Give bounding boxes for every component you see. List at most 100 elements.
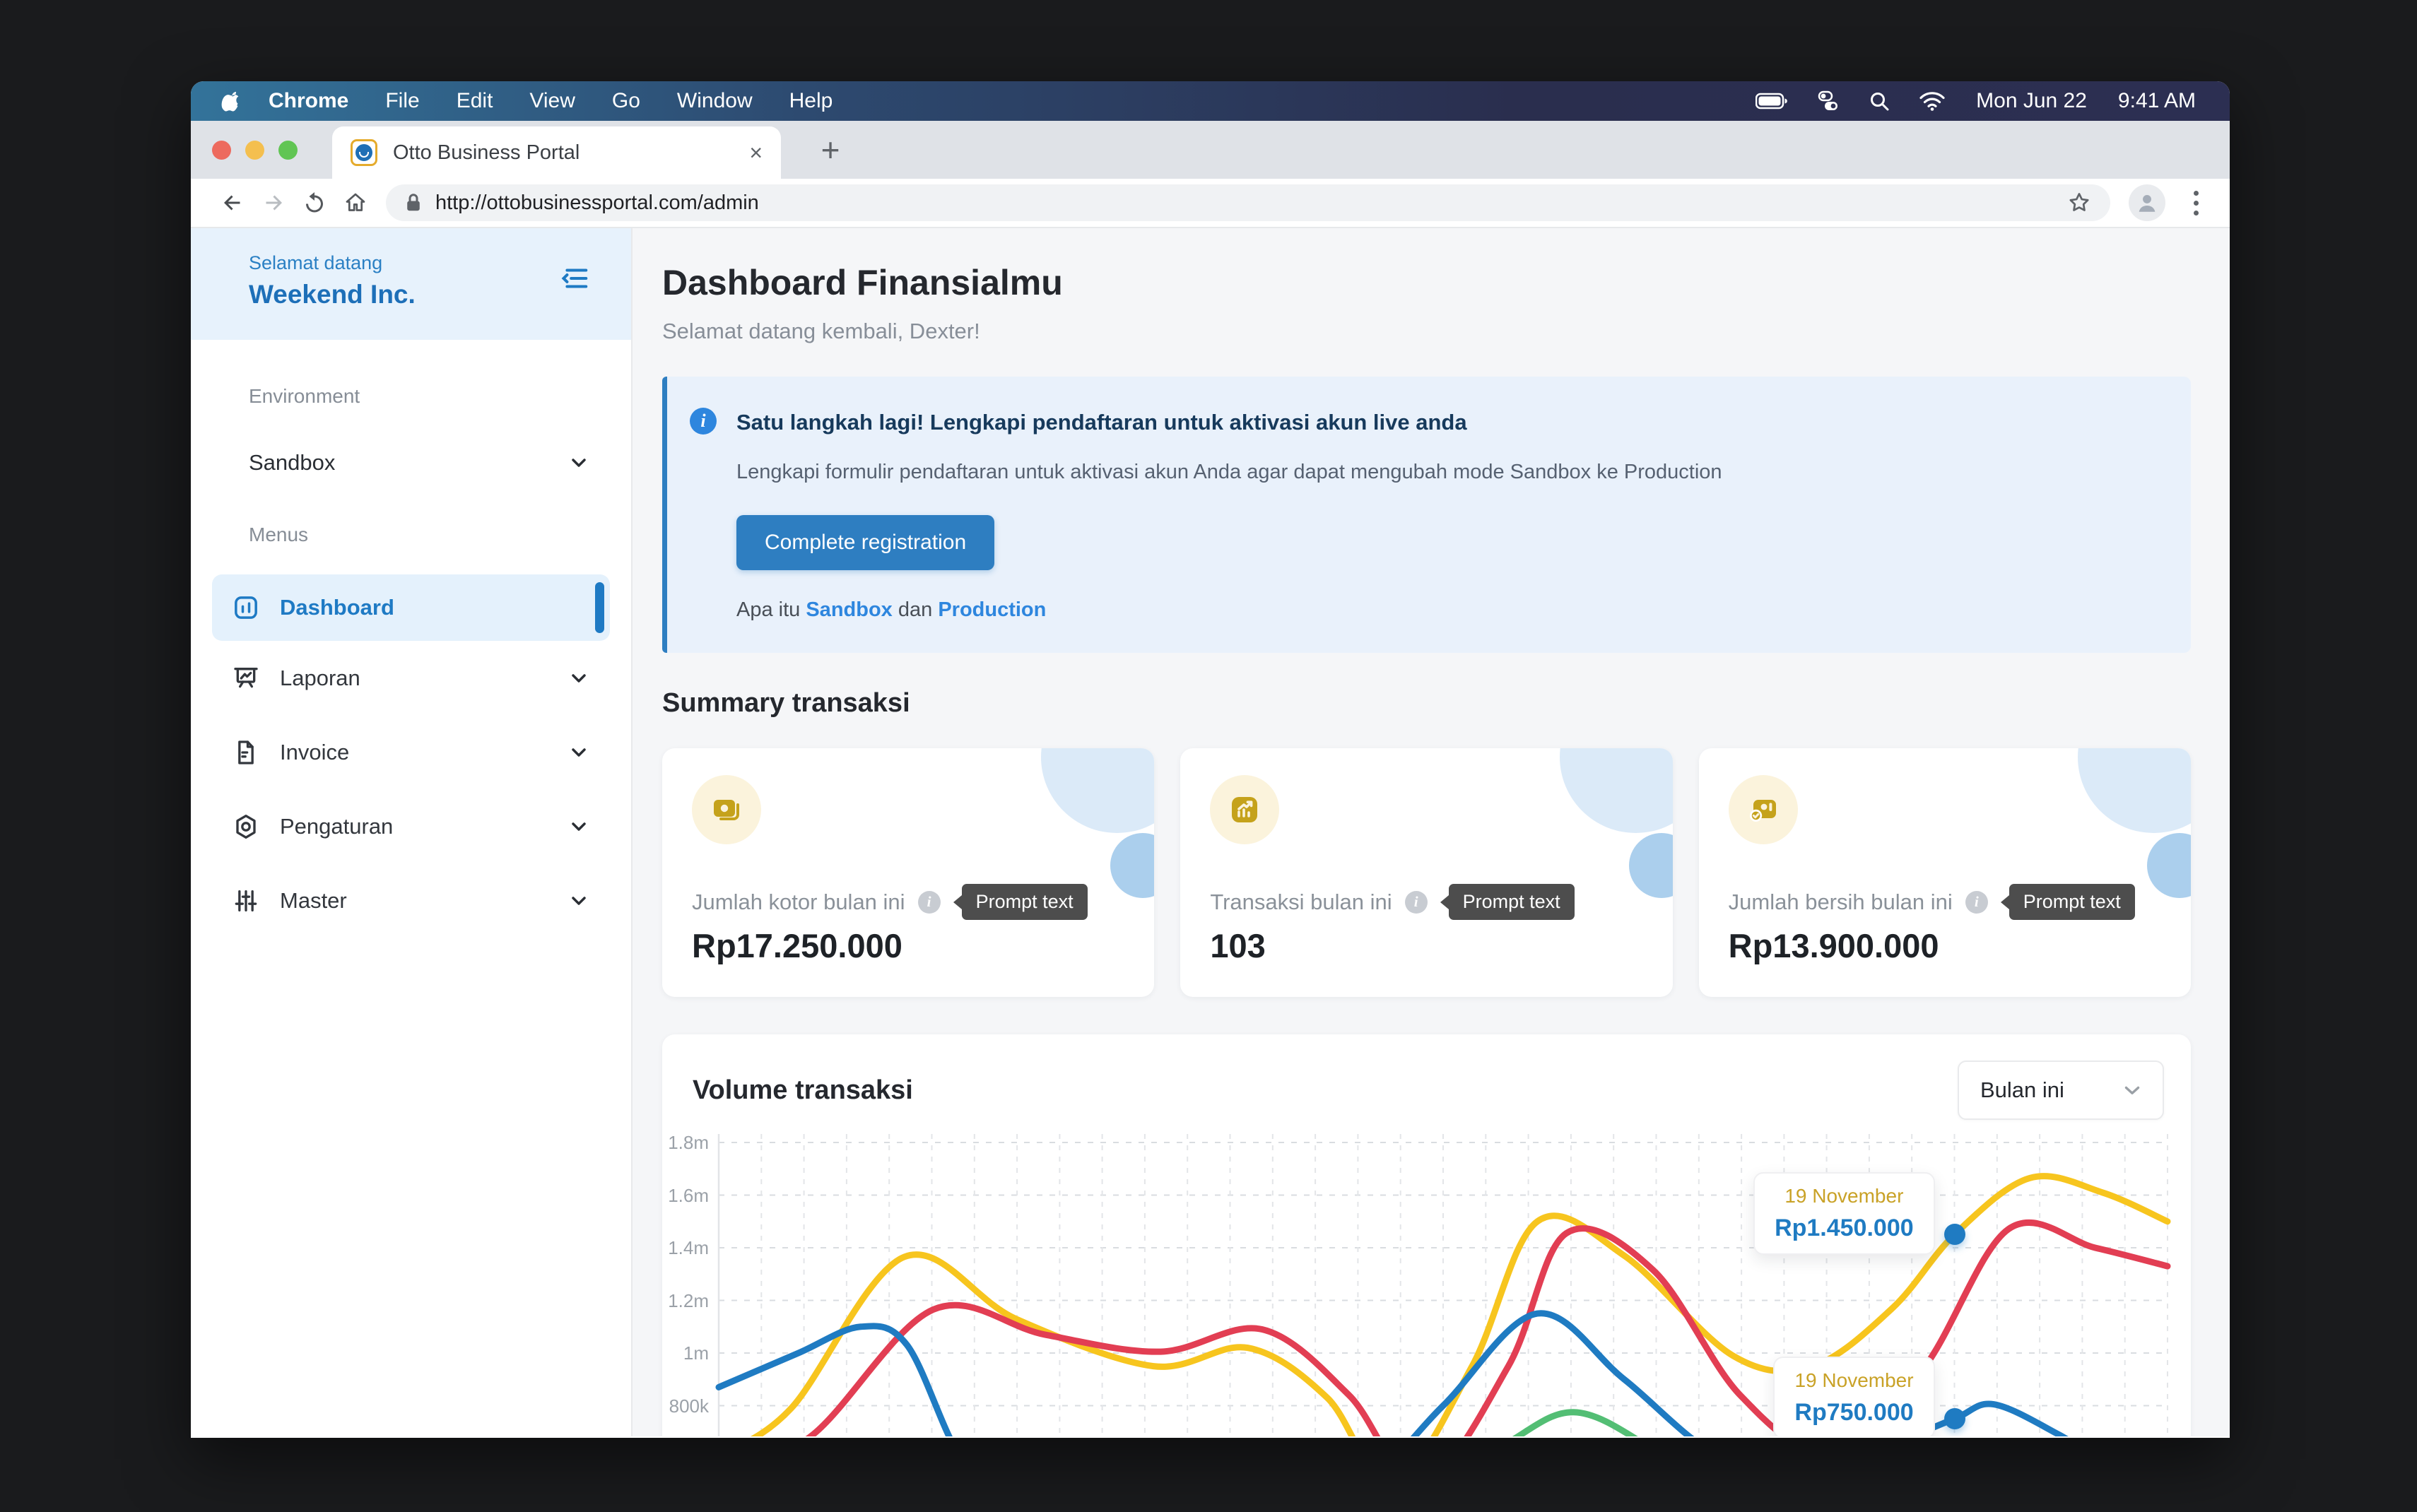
period-filter-value: Bulan ini — [1980, 1077, 2120, 1103]
lock-icon — [404, 192, 423, 213]
sidebar-item-label: Pengaturan — [280, 814, 568, 839]
summary-card-transactions: Transaksi bulan ini i Prompt text 103 — [1180, 748, 1672, 997]
sidebar-item-label: Master — [280, 888, 568, 914]
sidebar-item-laporan[interactable]: Laporan — [212, 645, 610, 711]
sidebar-item-invoice[interactable]: Invoice — [212, 719, 610, 786]
card-value: Rp17.250.000 — [692, 926, 902, 965]
chevron-down-icon — [568, 667, 590, 690]
info-icon[interactable]: i — [1965, 891, 1988, 914]
sandbox-link[interactable]: Sandbox — [806, 598, 892, 621]
browser-toolbar: http://ottobusinessportal.com/admin — [191, 179, 2230, 228]
chart-marker-dot[interactable] — [1944, 1224, 1965, 1245]
wallet-check-icon — [1729, 775, 1798, 844]
chart-tooltip: 19 November Rp750.000 — [1773, 1357, 1934, 1436]
period-filter-dropdown[interactable]: Bulan ini — [1958, 1061, 2164, 1120]
environment-select[interactable]: Sandbox — [249, 440, 590, 485]
volume-chart-card: Volume transaksi Bulan ini 1.8m 1.6m 1.4m 1… — [662, 1034, 2191, 1436]
new-tab-button[interactable]: + — [813, 132, 848, 167]
decorative-circle — [1041, 748, 1154, 833]
menu-file[interactable]: File — [385, 89, 419, 113]
tooltip: Prompt text — [1449, 884, 1575, 920]
banner-footnote: Apa itu Sandbox dan Production — [736, 598, 2163, 622]
main-content: Dashboard Finansialmu Selamat datang kem… — [633, 228, 2230, 1436]
site-favicon — [351, 139, 377, 166]
sidebar-item-pengaturan[interactable]: Pengaturan — [212, 793, 610, 860]
tooltip: Prompt text — [2009, 884, 2135, 920]
sidebar-item-label: Laporan — [280, 666, 568, 691]
tooltip-amount: Rp1.450.000 — [1775, 1215, 1914, 1242]
browser-tab[interactable]: Otto Business Portal × — [332, 126, 781, 179]
address-bar[interactable]: http://ottobusinessportal.com/admin — [386, 184, 2110, 221]
sidebar-collapse-icon[interactable] — [558, 262, 590, 295]
menu-window[interactable]: Window — [677, 89, 753, 113]
menu-view[interactable]: View — [529, 89, 575, 113]
sidebar-header: Selamat datang Weekend Inc. — [191, 228, 631, 340]
chevron-down-icon — [2120, 1078, 2144, 1102]
browser-window: Chrome File Edit View Go Window Help — [191, 81, 2230, 1438]
window-close-button[interactable] — [212, 141, 231, 160]
wifi-icon[interactable] — [1919, 91, 1945, 111]
chevron-down-icon — [568, 451, 590, 474]
tooltip: Prompt text — [962, 884, 1088, 920]
chart-tooltip: 19 November Rp1.450.000 — [1753, 1172, 1935, 1255]
y-axis-tick: 1.8m — [662, 1132, 709, 1153]
window-minimize-button[interactable] — [245, 141, 264, 160]
volume-heading: Volume transaksi — [693, 1075, 913, 1106]
y-axis-tick: 1.6m — [662, 1185, 709, 1206]
browser-profile-avatar[interactable] — [2129, 184, 2165, 221]
tab-close-icon[interactable]: × — [749, 140, 763, 166]
report-board-icon — [232, 664, 260, 692]
sliders-icon — [232, 887, 260, 915]
chevron-down-icon — [568, 741, 590, 764]
tooltip-amount: Rp750.000 — [1794, 1399, 1913, 1427]
decorative-circle — [2147, 833, 2191, 898]
tooltip-date: 19 November — [1794, 1369, 1913, 1392]
menu-help[interactable]: Help — [789, 89, 833, 113]
battery-icon[interactable] — [1756, 93, 1788, 110]
home-icon[interactable] — [335, 182, 376, 223]
sidebar-item-master[interactable]: Master — [212, 868, 610, 934]
sidebar-item-label: Dashboard — [280, 595, 590, 620]
menu-edit[interactable]: Edit — [457, 89, 493, 113]
control-center-icon[interactable] — [1818, 90, 1839, 112]
tab-strip: Otto Business Portal × + — [191, 121, 2230, 179]
back-icon[interactable] — [212, 182, 253, 223]
production-link[interactable]: Production — [938, 598, 1046, 621]
decorative-circle — [2078, 748, 2191, 833]
banner-title: Satu langkah lagi! Lengkapi pendaftaran … — [736, 408, 1467, 435]
bookmark-star-icon[interactable] — [2066, 190, 2092, 215]
cash-icon — [692, 775, 761, 844]
card-label: Jumlah kotor bulan ini — [692, 890, 905, 915]
footnote-conjunction: dan — [893, 598, 939, 621]
menu-go[interactable]: Go — [612, 89, 640, 113]
summary-card-net: Jumlah bersih bulan ini i Prompt text Rp… — [1699, 748, 2191, 997]
info-icon[interactable]: i — [918, 891, 941, 914]
menu-bar-date: Mon Jun 22 — [1976, 89, 2087, 113]
chevron-down-icon — [568, 890, 590, 912]
invoice-document-icon — [232, 738, 260, 767]
menu-bar-clock: 9:41 AM — [2118, 89, 2196, 113]
y-axis-tick: 1.4m — [662, 1237, 709, 1258]
window-zoom-button[interactable] — [278, 141, 298, 160]
apple-logo-icon[interactable] — [220, 89, 242, 113]
complete-registration-button[interactable]: Complete registration — [736, 515, 994, 570]
y-axis-tick: 1.2m — [662, 1290, 709, 1311]
reload-icon[interactable] — [294, 182, 335, 223]
y-axis-tick: 1m — [662, 1342, 709, 1364]
url-text[interactable]: http://ottobusinessportal.com/admin — [435, 191, 2066, 215]
sidebar-item-label: Invoice — [280, 740, 568, 765]
sidebar-item-dashboard[interactable]: Dashboard — [212, 574, 610, 641]
spotlight-search-icon[interactable] — [1869, 90, 1890, 112]
tooltip-date: 19 November — [1775, 1185, 1914, 1207]
card-label: Jumlah bersih bulan ini — [1729, 890, 1953, 915]
forward-icon[interactable] — [253, 182, 294, 223]
decorative-circle — [1560, 748, 1673, 833]
tab-title: Otto Business Portal — [393, 141, 741, 165]
chart-marker-dot[interactable] — [1944, 1408, 1965, 1429]
chevron-down-icon — [568, 815, 590, 838]
menu-chrome[interactable]: Chrome — [269, 89, 348, 113]
chart-up-icon — [1210, 775, 1279, 844]
info-icon[interactable]: i — [1405, 891, 1428, 914]
card-label: Transaksi bulan ini — [1210, 890, 1392, 915]
browser-menu-icon[interactable] — [2184, 191, 2209, 215]
